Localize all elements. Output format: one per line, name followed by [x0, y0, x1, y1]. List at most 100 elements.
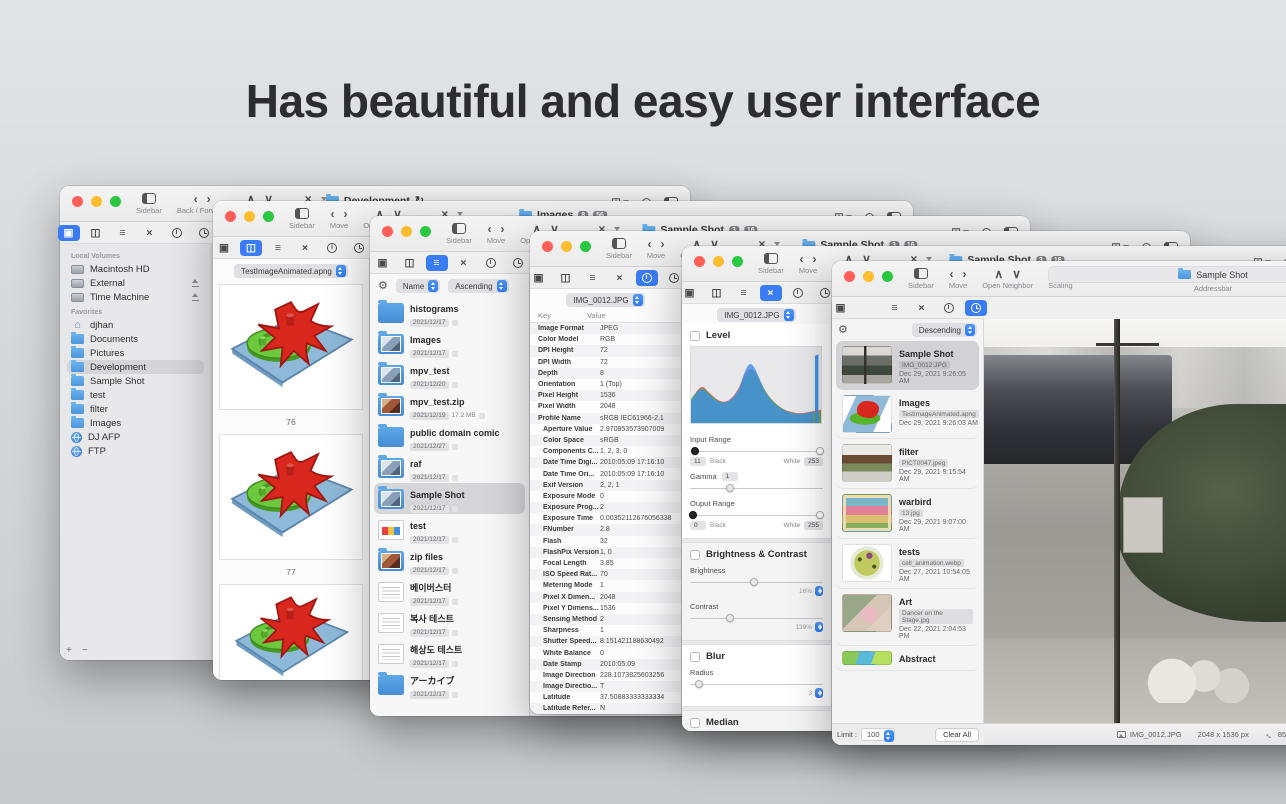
stepper-icon[interactable]	[815, 586, 823, 596]
segment-list[interactable]: ≡	[426, 255, 448, 271]
segment-history[interactable]	[348, 240, 370, 256]
segment-filter[interactable]: ×	[911, 300, 933, 316]
exif-row[interactable]: White Balance 0	[530, 647, 681, 658]
file-row[interactable]: test 2021/12/17	[374, 514, 525, 545]
sidebar-toggle-button[interactable]: Sidebar	[606, 237, 632, 260]
exif-row[interactable]: Pixel Width 2048	[530, 401, 681, 412]
sidebar-item[interactable]: External	[67, 276, 204, 290]
median-checkbox[interactable]	[690, 718, 700, 728]
history-row[interactable]: Art Dancer on the Stage.jpg Dec 22, 2021…	[836, 589, 979, 646]
segment-history[interactable]	[965, 300, 987, 316]
move-buttons[interactable]: ‹›Move	[487, 222, 505, 245]
segment-preview[interactable]: ▣	[58, 225, 80, 241]
level-checkbox[interactable]	[690, 331, 700, 341]
sidebar-item[interactable]: DJ AFP	[67, 430, 204, 444]
photo-viewer[interactable]	[984, 319, 1286, 723]
exif-row[interactable]: Pixel Y Dimens... 1536	[530, 603, 681, 614]
segment-filter[interactable]: ×	[453, 255, 475, 271]
exif-row[interactable]: Exposure Prog... 2	[530, 502, 681, 513]
exif-row[interactable]: Date Time Ori... 2010:05:09 17:16:10	[530, 468, 681, 479]
file-row[interactable]: zip files 2021/12/17	[374, 545, 525, 576]
sidebar-item[interactable]: Documents	[67, 332, 204, 346]
sidebar-item[interactable]: Macintosh HD	[67, 262, 204, 276]
exif-row[interactable]: DPI Width 72	[530, 357, 681, 368]
file-dropdown[interactable]: TestImageAnimated.apng	[234, 264, 348, 278]
sort-order-dropdown[interactable]: Descending	[912, 323, 977, 337]
segment-info[interactable]: i	[787, 285, 809, 301]
history-row[interactable]: Images TestImageAnimated.apng Dec 29, 20…	[836, 390, 979, 439]
exif-row[interactable]: Shutter Speed... 8.151421188630492	[530, 636, 681, 647]
segment-info[interactable]: i	[166, 225, 188, 241]
segment-preview[interactable]: ▣	[528, 270, 550, 286]
segment-photos[interactable]: ◫	[706, 285, 728, 301]
exif-row[interactable]: Aperture Value 2.970853573907009	[530, 424, 681, 435]
traffic-lights[interactable]	[72, 196, 121, 207]
exif-row[interactable]: FNumber 2.8	[530, 524, 681, 535]
frame-image[interactable]	[219, 284, 363, 410]
traffic-lights[interactable]	[844, 271, 893, 282]
segment-history[interactable]	[507, 255, 529, 271]
file-row[interactable]: アーカイブ 2021/12/17	[374, 669, 525, 700]
file-row[interactable]: 복사 테스트 2021/12/17	[374, 607, 525, 638]
eject-icon[interactable]	[191, 293, 200, 301]
sidebar-item[interactable]: Time Machine	[67, 290, 204, 304]
frame-image[interactable]	[219, 434, 363, 560]
file-row[interactable]: mpv_test.zip 2021/12/19 17.2 MB	[374, 390, 525, 421]
input-black-value[interactable]: 11	[690, 457, 706, 466]
sidebar-item[interactable]: Images	[67, 416, 204, 430]
radius-slider[interactable]	[690, 679, 823, 689]
file-row[interactable]: mpv_test 2021/12/20	[374, 359, 525, 390]
frame-image[interactable]	[219, 584, 363, 680]
sidebar-item[interactable]: FTP	[67, 444, 204, 458]
stepper-icon[interactable]	[815, 622, 823, 632]
segment-info[interactable]: i	[321, 240, 343, 256]
move-buttons[interactable]: ‹›Move	[949, 267, 967, 290]
open-neighbor-buttons[interactable]: ∧∨Open Neighbor	[982, 267, 1033, 290]
exif-row[interactable]: Metering Mode 1	[530, 580, 681, 591]
sidebar-item[interactable]: Development	[67, 360, 204, 374]
exif-row[interactable]: Focal Length 3.85	[530, 558, 681, 569]
file-row[interactable]: Images 2021/12/17	[374, 328, 525, 359]
sidebar-toggle-button[interactable]: Sidebar	[908, 267, 934, 290]
exif-row[interactable]: Depth 8	[530, 368, 681, 379]
exif-row[interactable]: Exif Version 2, 2, 1	[530, 480, 681, 491]
segment-preview[interactable]: ▣	[679, 285, 701, 301]
output-white-value[interactable]: 255	[804, 521, 823, 530]
exif-row[interactable]: Components C... 1, 2, 3, 0	[530, 446, 681, 457]
segment-list[interactable]: ≡	[733, 285, 755, 301]
history-row[interactable]: tests cell_animation.webp Dec 27, 2021 1…	[836, 539, 979, 589]
segment-filter[interactable]: ×	[294, 240, 316, 256]
traffic-lights[interactable]	[694, 256, 743, 267]
exif-row[interactable]: Profile Name sRGB IEC61966-2.1	[530, 413, 681, 424]
file-row[interactable]: 베이버스터 2021/12/17	[374, 576, 525, 607]
segment-preview[interactable]: ▣	[213, 240, 235, 256]
sort-order-dropdown[interactable]: Ascending	[448, 279, 508, 293]
segment-filter[interactable]: ×	[609, 270, 631, 286]
exif-row[interactable]: Sensing Method 2	[530, 614, 681, 625]
move-buttons[interactable]: ‹›Move	[330, 207, 348, 230]
sidebar-toggle-button[interactable]: Sidebar	[136, 192, 162, 215]
brightness-slider[interactable]	[690, 577, 823, 587]
segment-photos[interactable]: ◫	[85, 225, 107, 241]
gear-icon[interactable]: ⚙	[838, 325, 848, 336]
exif-row[interactable]: Color Space sRGB	[530, 435, 681, 446]
file-row[interactable]: public domain comic 2021/12/27	[374, 421, 525, 452]
exif-row[interactable]: Pixel X Dimen... 2048	[530, 592, 681, 603]
segment-preview[interactable]: ▣	[372, 255, 394, 271]
sidebar-toggle-button[interactable]: Sidebar	[446, 222, 472, 245]
exif-row[interactable]: Date Time Digi... 2010:05:09 17:16:10	[530, 457, 681, 468]
exif-row[interactable]: Image Format JPEG	[530, 323, 681, 334]
exif-row[interactable]: Pixel Height 1536	[530, 390, 681, 401]
limit-field[interactable]: 100	[861, 730, 895, 739]
history-row[interactable]: warbird 13.jpg Dec 29, 2021 9:07:00 AM	[836, 489, 979, 539]
blur-checkbox[interactable]	[690, 652, 700, 662]
file-dropdown[interactable]: IMG_0012.JPG	[566, 293, 644, 307]
exif-row[interactable]: Latitude 37.50883333333334	[530, 692, 681, 703]
segment-list[interactable]: ≡	[112, 225, 134, 241]
stepper-icon[interactable]	[815, 688, 823, 698]
move-buttons[interactable]: ‹›Move	[799, 252, 817, 275]
exif-row[interactable]: FlashPix Version 1, 0	[530, 547, 681, 558]
gamma-slider[interactable]	[690, 483, 823, 493]
segment-info[interactable]: i	[938, 300, 960, 316]
remove-favorite-button[interactable]: −	[82, 645, 88, 656]
